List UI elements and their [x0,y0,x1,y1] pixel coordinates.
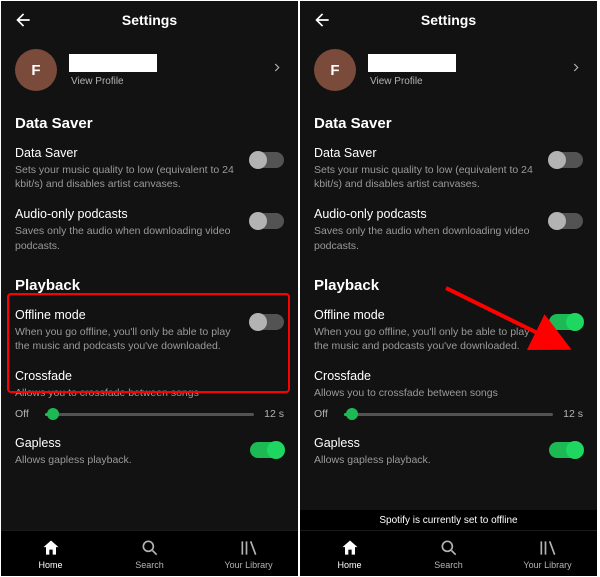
setting-crossfade: Crossfade Allows you to crossfade betwee… [1,363,298,402]
header: Settings [300,1,597,39]
tabbar: Home Search Your Library [1,530,298,576]
setting-label: Audio-only podcasts [15,207,238,221]
setting-label: Gapless [15,436,238,450]
profile-name-redacted [368,54,456,72]
section-data-saver-title: Data Saver [300,101,597,140]
setting-label: Crossfade [15,369,284,383]
tabbar: Home Search Your Library [300,530,597,576]
phone-left: Settings F View Profile Data Saver Data … [1,1,298,576]
tab-search[interactable]: Search [399,531,498,576]
section-data-saver-title: Data Saver [1,101,298,140]
setting-crossfade: Crossfade Allows you to crossfade betwee… [300,363,597,402]
page-title: Settings [421,12,476,28]
toggle-offline-mode[interactable] [250,314,284,330]
setting-audio-only: Audio-only podcasts Saves only the audio… [300,201,597,262]
setting-desc: Saves only the audio when downloading vi… [314,224,537,252]
crossfade-min-label: Off [15,408,37,420]
setting-label: Crossfade [314,369,583,383]
chevron-right-icon [569,61,583,80]
setting-gapless: Gapless Allows gapless playback. [1,430,298,471]
crossfade-max-label: 12 s [262,408,284,420]
phone-right: Settings F View Profile Data Saver Data … [300,1,597,576]
crossfade-max-label: 12 s [561,408,583,420]
setting-desc: When you go offline, you'll only be able… [15,325,238,353]
profile-row[interactable]: F View Profile [300,39,597,101]
crossfade-slider[interactable] [45,413,254,416]
crossfade-slider-row: Off 12 s [300,402,597,430]
setting-offline-mode: Offline mode When you go offline, you'll… [300,302,597,363]
setting-desc: Allows gapless playback. [314,453,537,467]
back-button[interactable] [13,10,33,30]
setting-desc: Sets your music quality to low (equivale… [15,163,238,191]
section-playback-title: Playback [300,263,597,302]
tab-home[interactable]: Home [300,531,399,576]
profile-name-redacted [69,54,157,72]
avatar: F [15,49,57,91]
setting-desc: Allows gapless playback. [15,453,238,467]
setting-data-saver: Data Saver Sets your music quality to lo… [300,140,597,201]
setting-label: Gapless [314,436,537,450]
setting-label: Audio-only podcasts [314,207,537,221]
profile-row[interactable]: F View Profile [1,39,298,101]
home-icon [340,538,360,558]
toggle-audio-only[interactable] [549,213,583,229]
chevron-right-icon [270,61,284,80]
search-icon [140,538,160,558]
setting-gapless: Gapless Allows gapless playback. [300,430,597,471]
tab-library[interactable]: Your Library [199,531,298,576]
home-icon [41,538,61,558]
setting-label: Offline mode [314,308,537,322]
avatar: F [314,49,356,91]
crossfade-slider-row: Off 12 s [1,402,298,430]
setting-desc: When you go offline, you'll only be able… [314,325,537,353]
setting-desc: Sets your music quality to low (equivale… [314,163,537,191]
toggle-offline-mode[interactable] [549,314,583,330]
setting-audio-only: Audio-only podcasts Saves only the audio… [1,201,298,262]
tab-search[interactable]: Search [100,531,199,576]
header: Settings [1,1,298,39]
toggle-gapless[interactable] [250,442,284,458]
library-icon [239,538,259,558]
setting-desc: Saves only the audio when downloading vi… [15,224,238,252]
setting-label: Data Saver [314,146,537,160]
toggle-data-saver[interactable] [549,152,583,168]
toggle-gapless[interactable] [549,442,583,458]
search-icon [439,538,459,558]
tab-home[interactable]: Home [1,531,100,576]
crossfade-min-label: Off [314,408,336,420]
section-playback-title: Playback [1,263,298,302]
setting-label: Data Saver [15,146,238,160]
view-profile-label: View Profile [71,76,157,87]
view-profile-label: View Profile [370,76,456,87]
back-button[interactable] [312,10,332,30]
back-arrow-icon [312,10,332,30]
setting-offline-mode: Offline mode When you go offline, you'll… [1,302,298,363]
crossfade-slider[interactable] [344,413,553,416]
setting-desc: Allows you to crossfade between songs [15,386,284,400]
setting-label: Offline mode [15,308,238,322]
toggle-data-saver[interactable] [250,152,284,168]
setting-data-saver: Data Saver Sets your music quality to lo… [1,140,298,201]
page-title: Settings [122,12,177,28]
library-icon [538,538,558,558]
setting-desc: Allows you to crossfade between songs [314,386,583,400]
toggle-audio-only[interactable] [250,213,284,229]
offline-toast: Spotify is currently set to offline [300,510,597,530]
tab-library[interactable]: Your Library [498,531,597,576]
back-arrow-icon [13,10,33,30]
